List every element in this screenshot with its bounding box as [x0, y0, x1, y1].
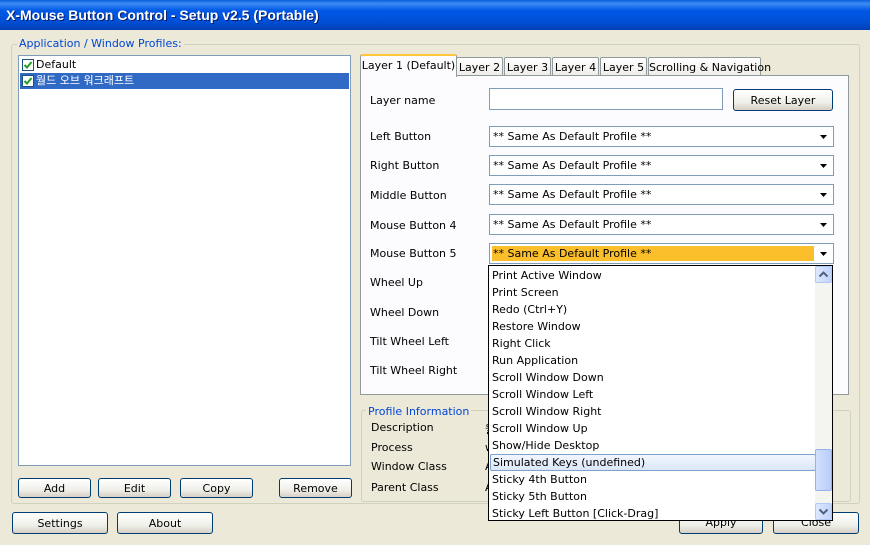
dropdown-item[interactable]: Print Active Window: [490, 267, 816, 284]
window-class-label: Window Class: [371, 460, 447, 473]
dropdown-item[interactable]: Scroll Window Right: [490, 403, 816, 420]
dropdown-item[interactable]: Redo (Ctrl+Y): [490, 301, 816, 318]
mouse-button-4-label: Mouse Button 4: [370, 219, 457, 232]
dropdown-item[interactable]: Scroll Window Up: [490, 420, 816, 437]
profile-item-default[interactable]: Default: [20, 57, 349, 73]
left-button-label: Left Button: [370, 130, 432, 143]
mouse-button-5-value: ** Same As Default Profile **: [492, 246, 814, 261]
checkbox-checked-icon[interactable]: [22, 59, 34, 71]
chevron-down-icon[interactable]: [815, 186, 832, 203]
action-dropdown-list[interactable]: Print Active Window Print Screen Redo (C…: [488, 265, 833, 521]
layer-name-label: Layer name: [370, 94, 436, 107]
dropdown-item[interactable]: Right Click: [490, 335, 816, 352]
right-button-select[interactable]: ** Same As Default Profile **: [489, 155, 834, 176]
dropdown-item[interactable]: Show/Hide Desktop: [490, 437, 816, 454]
dropdown-item[interactable]: Sticky 4th Button: [490, 471, 816, 488]
mouse-button-5-label: Mouse Button 5: [370, 247, 457, 260]
dropdown-item[interactable]: Restore Window: [490, 318, 816, 335]
parent-class-label: Parent Class: [371, 481, 439, 494]
middle-button-label: Middle Button: [370, 189, 447, 202]
scroll-thumb[interactable]: [815, 449, 832, 491]
middle-button-select[interactable]: ** Same As Default Profile **: [489, 184, 834, 205]
tab-layer-1[interactable]: Layer 1 (Default): [360, 54, 457, 77]
profile-label: Default: [36, 58, 77, 71]
profile-info-group-title: Profile Information: [366, 405, 472, 418]
scroll-down-button[interactable]: [815, 503, 832, 520]
dropdown-item[interactable]: Print Screen: [490, 284, 816, 301]
right-button-label: Right Button: [370, 159, 440, 172]
reset-layer-button[interactable]: Reset Layer: [733, 89, 833, 111]
chevron-down-icon[interactable]: [815, 216, 832, 233]
remove-button[interactable]: Remove: [279, 478, 352, 498]
wheel-up-label: Wheel Up: [370, 276, 423, 289]
process-label: Process: [371, 441, 413, 454]
chevron-down-icon[interactable]: [815, 157, 832, 174]
profiles-list[interactable]: Default 월드 오브 워크래프트: [18, 55, 351, 466]
wheel-down-label: Wheel Down: [370, 306, 440, 319]
mouse-button-5-select[interactable]: ** Same As Default Profile **: [489, 243, 834, 264]
mouse-button-4-select[interactable]: ** Same As Default Profile **: [489, 214, 834, 235]
copy-button[interactable]: Copy: [180, 478, 253, 498]
dropdown-item[interactable]: Sticky Left Button [Click-Drag]: [490, 505, 816, 520]
mouse-button-4-value: ** Same As Default Profile **: [493, 218, 652, 231]
description-label: Description: [371, 421, 434, 434]
left-button-value: ** Same As Default Profile **: [493, 130, 652, 143]
chevron-down-icon[interactable]: [815, 128, 832, 145]
tilt-wheel-left-label: Tilt Wheel Left: [370, 335, 449, 348]
right-button-value: ** Same As Default Profile **: [493, 159, 652, 172]
dropdown-item[interactable]: Run Application: [490, 352, 816, 369]
left-button-select[interactable]: ** Same As Default Profile **: [489, 126, 834, 147]
layer-name-input[interactable]: [489, 88, 723, 110]
profile-item-wow[interactable]: 월드 오브 워크래프트: [20, 73, 349, 89]
middle-button-value: ** Same As Default Profile **: [493, 188, 652, 201]
window-title: X-Mouse Button Control - Setup v2.5 (Por…: [0, 0, 870, 30]
dropdown-item[interactable]: Scroll Window Down: [490, 369, 816, 386]
dropdown-scrollbar[interactable]: [815, 266, 832, 520]
profile-label: 월드 오브 워크래프트: [36, 74, 135, 87]
tilt-wheel-right-label: Tilt Wheel Right: [370, 364, 458, 377]
about-button[interactable]: About: [117, 512, 213, 534]
chevron-down-icon[interactable]: [815, 245, 832, 262]
scroll-up-button[interactable]: [815, 266, 832, 283]
edit-button[interactable]: Edit: [98, 478, 171, 498]
checkbox-checked-icon[interactable]: [22, 75, 34, 87]
dropdown-item[interactable]: Sticky 5th Button: [490, 488, 816, 505]
settings-button[interactable]: Settings: [12, 512, 108, 534]
dropdown-item[interactable]: Scroll Window Left: [490, 386, 816, 403]
dropdown-item-hovered[interactable]: Simulated Keys (undefined): [490, 454, 816, 471]
chevron-up-icon: [818, 271, 829, 278]
add-button[interactable]: Add: [18, 478, 91, 498]
profiles-group-title: Application / Window Profiles:: [17, 37, 184, 50]
chevron-down-icon: [818, 508, 829, 515]
